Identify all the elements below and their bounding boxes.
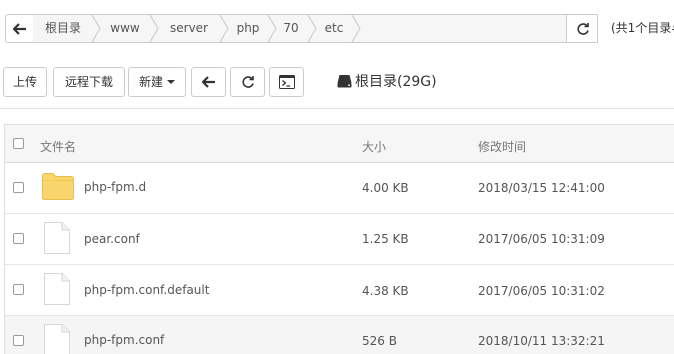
file-table: 文件名 大小 修改时间 php-fpm.d 4.00 KB 2018/03/15… (4, 124, 674, 354)
file-size: 4.00 KB (362, 181, 409, 195)
path-refresh-button[interactable] (566, 14, 598, 43)
table-row[interactable]: php-fpm.conf 526 B 2018/10/11 13:32:21 (5, 316, 674, 354)
file-modified: 2018/10/11 13:32:21 (478, 334, 605, 348)
file-name[interactable]: pear.conf (84, 232, 140, 246)
file-icon (44, 324, 70, 354)
refresh-button[interactable] (230, 67, 265, 97)
header-modified[interactable]: 修改时间 (478, 138, 526, 155)
path-back-button[interactable] (5, 14, 34, 43)
file-size: 1.25 KB (362, 232, 409, 246)
folder-icon (42, 173, 74, 200)
file-size: 4.38 KB (362, 284, 409, 298)
remote-download-button[interactable]: 远程下载 (53, 67, 125, 97)
file-icon (44, 222, 70, 254)
file-size: 526 B (362, 334, 397, 348)
breadcrumb-item-root[interactable]: 根目录 (39, 15, 87, 42)
header-size[interactable]: 大小 (362, 138, 386, 155)
chevron-right-icon (91, 15, 101, 42)
header-name[interactable]: 文件名 (40, 138, 76, 155)
directory-summary: (共1个目录与3个文件) (611, 21, 674, 35)
refresh-icon (242, 76, 254, 88)
terminal-button[interactable] (269, 67, 304, 97)
table-row[interactable]: php-fpm.d 4.00 KB 2018/03/15 12:41:00 (5, 163, 674, 214)
chevron-right-icon (149, 15, 159, 42)
file-modified: 2017/06/05 10:31:02 (478, 284, 605, 298)
chevron-right-icon (219, 15, 229, 42)
new-dropdown-button[interactable]: 新建 (128, 67, 186, 97)
file-name[interactable]: php-fpm.conf (84, 333, 164, 347)
table-row[interactable]: pear.conf 1.25 KB 2017/06/05 10:31:09 (5, 214, 674, 265)
path-bar: 根目录 www server php 70 etc (共1个目录与3个文件) (5, 14, 674, 43)
chevron-right-icon (351, 15, 361, 42)
divider (0, 108, 674, 109)
row-checkbox[interactable] (13, 284, 24, 295)
chevron-right-icon (307, 15, 317, 42)
arrow-left-icon (202, 76, 215, 88)
upload-button[interactable]: 上传 (3, 67, 47, 97)
row-checkbox[interactable] (13, 335, 24, 346)
file-modified: 2017/06/05 10:31:09 (478, 232, 605, 246)
breadcrumb-item-etc[interactable]: etc (319, 15, 349, 42)
select-all-checkbox[interactable] (13, 138, 24, 149)
disk-indicator[interactable]: 根目录(29G) (337, 67, 437, 97)
disk-label: 根目录(29G) (355, 74, 437, 90)
table-header: 文件名 大小 修改时间 (5, 125, 674, 163)
breadcrumb-item-70[interactable]: 70 (277, 15, 305, 42)
back-button[interactable] (191, 67, 226, 97)
row-checkbox[interactable] (13, 182, 24, 193)
chevron-right-icon (267, 15, 277, 42)
refresh-icon (577, 23, 589, 35)
breadcrumb: 根目录 www server php 70 etc (33, 14, 570, 43)
arrow-left-icon (13, 23, 26, 35)
table-row[interactable]: php-fpm.conf.default 4.38 KB 2017/06/05 … (5, 265, 674, 316)
terminal-icon (279, 75, 295, 89)
row-checkbox[interactable] (13, 233, 24, 244)
file-name[interactable]: php-fpm.conf.default (84, 283, 209, 297)
hdd-icon (337, 75, 352, 88)
breadcrumb-item-php[interactable]: php (231, 15, 265, 42)
file-name[interactable]: php-fpm.d (84, 180, 146, 194)
breadcrumb-item-server[interactable]: server (161, 15, 217, 42)
caret-down-icon (167, 79, 175, 84)
breadcrumb-item-www[interactable]: www (103, 15, 147, 42)
file-icon (44, 273, 70, 305)
file-modified: 2018/03/15 12:41:00 (478, 181, 605, 195)
new-button-label: 新建 (138, 75, 163, 89)
